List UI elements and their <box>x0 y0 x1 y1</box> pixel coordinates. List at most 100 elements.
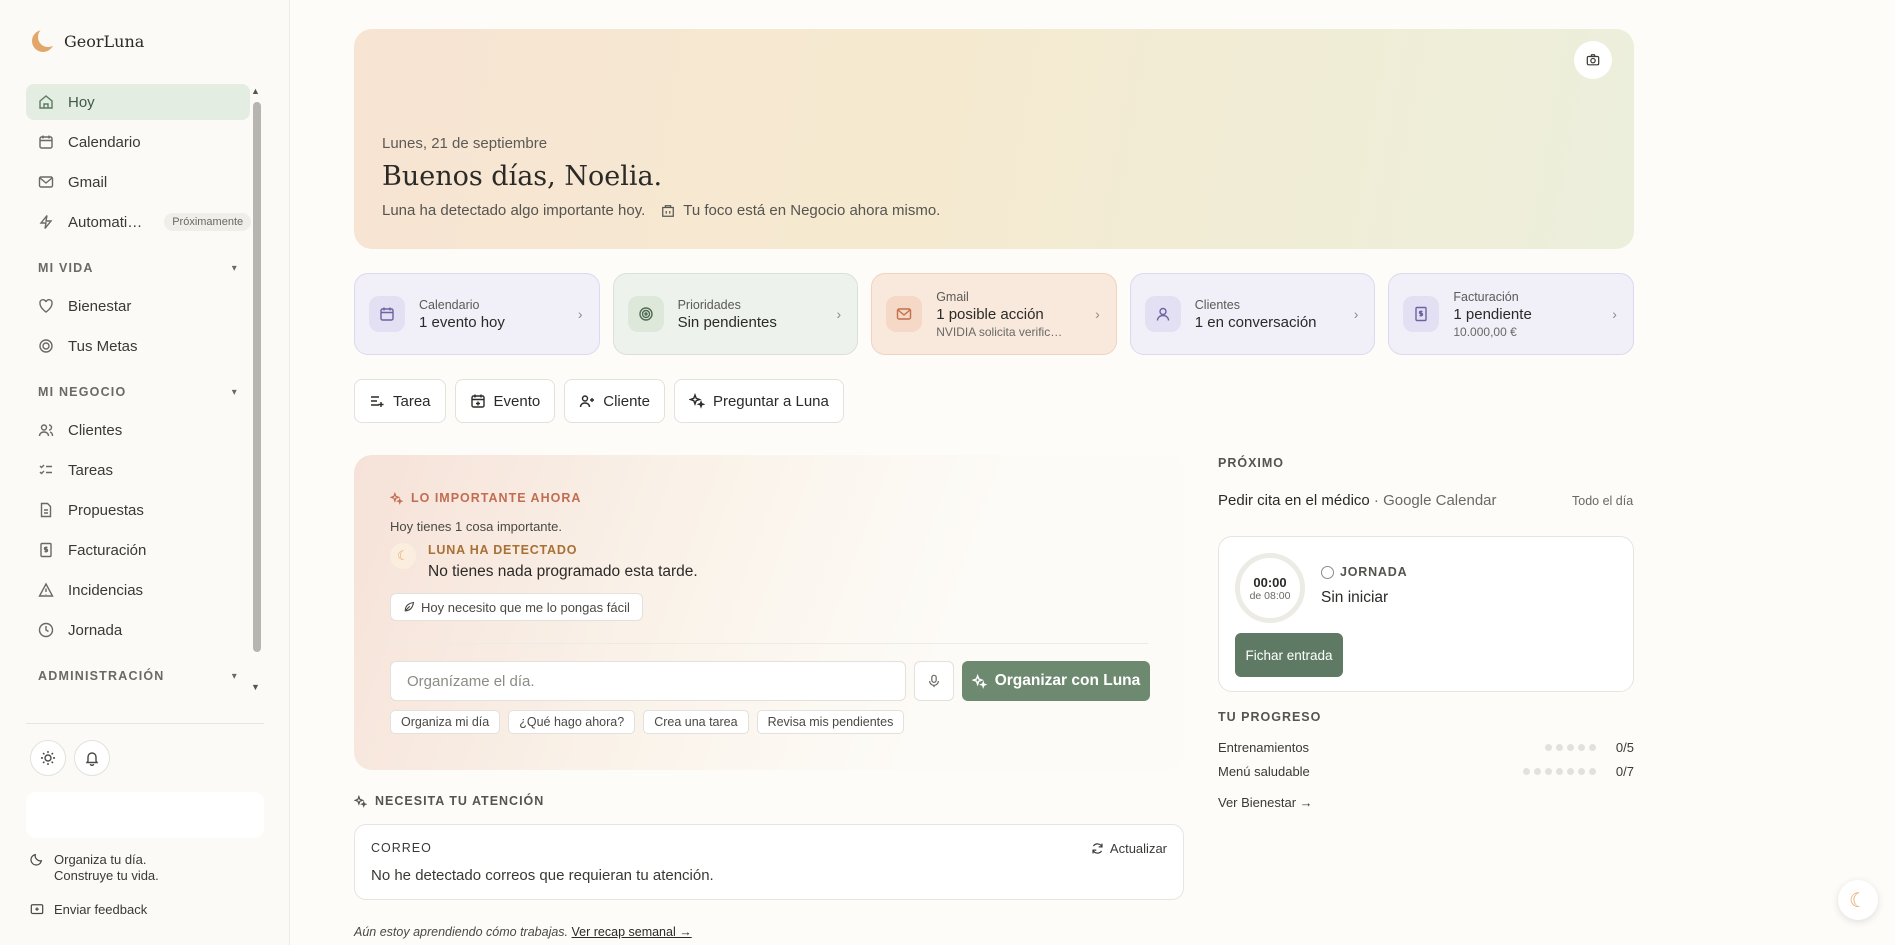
next-header: PRÓXIMO <box>1218 456 1285 470</box>
sparkles-icon <box>688 393 705 409</box>
card-prioridades[interactable]: Prioridades Sin pendientes › <box>612 273 859 355</box>
chevron-right-icon: › <box>577 306 583 322</box>
user-card[interactable] <box>26 792 264 838</box>
scroll-down-icon[interactable]: ▼ <box>251 682 260 692</box>
sidebar-item-facturacion[interactable]: Facturación <box>26 532 250 568</box>
progress-header: TU PROGRESO <box>1218 710 1322 724</box>
detected-text: Luna ha detectado algo importante hoy. <box>382 202 646 219</box>
sidebar-item-jornada[interactable]: Jornada <box>26 612 250 648</box>
card-label: Clientes <box>1194 297 1240 312</box>
microphone-button[interactable] <box>914 661 954 701</box>
button-label: Organizar con Luna <box>994 672 1141 689</box>
section-title: MI VIDA <box>38 261 94 275</box>
card-gmail[interactable]: Gmail 1 posible acción NVIDIA solicita ver… <box>871 273 1117 355</box>
calendar-icon <box>369 296 405 332</box>
add-client-button[interactable]: Cliente <box>564 379 665 423</box>
sidebar-item-tareas[interactable]: Tareas <box>26 452 250 488</box>
card-value: 1 posible acción <box>936 305 1044 323</box>
microphone-icon <box>929 674 939 688</box>
add-event-button[interactable]: Evento <box>454 379 556 423</box>
organize-input[interactable]: Organízame el día. <box>390 661 906 701</box>
sidebar-scrollbar[interactable] <box>253 102 261 652</box>
user-add-icon <box>580 395 595 408</box>
button-label: Preguntar a Luna <box>712 392 829 410</box>
see-wellbeing-link[interactable]: Ver Bienestar → <box>1218 795 1313 810</box>
mail-text: No he detectado correos que requieran tu… <box>371 867 714 884</box>
brand[interactable]: GeorLuna <box>32 27 144 52</box>
make-it-easy-button[interactable]: Hoy necesito que me lo pongas fácil <box>390 593 643 621</box>
suggestion-chip[interactable]: Organiza mi día <box>390 710 501 734</box>
card-label: Prioridades <box>677 297 741 312</box>
summary-cards: Calendario 1 evento hoy › Prioridades Sin … <box>354 273 1634 355</box>
sidebar-item-propuestas[interactable]: Propuestas <box>26 492 250 528</box>
organize-with-luna-button[interactable]: Organizar con Luna <box>962 661 1150 701</box>
chevron-right-icon: › <box>1612 306 1617 322</box>
hero-subtitle: Luna ha detectado algo importante hoy. T… <box>382 202 940 219</box>
weekly-recap-link[interactable]: Ver recap semanal → <box>572 925 692 939</box>
card-label: Gmail <box>936 289 969 304</box>
sparkles-icon <box>354 794 367 808</box>
scroll-up-icon[interactable]: ▲ <box>251 86 260 96</box>
luna-detected: ☾ LUNA HA DETECTADO No tienes nada progr… <box>390 543 698 581</box>
mail-icon <box>886 296 923 332</box>
sidebar-item-incidencias[interactable]: Incidencias <box>26 572 250 608</box>
ask-luna-button[interactable]: Preguntar a Luna <box>673 379 844 423</box>
refresh-button[interactable]: Actualizar <box>1091 841 1167 856</box>
section-administracion[interactable]: ADMINISTRACIÓN ▾ <box>26 664 250 688</box>
card-calendario[interactable]: Calendario 1 evento hoy › <box>354 273 600 355</box>
sidebar-item-calendario[interactable]: Calendario <box>26 124 250 160</box>
card-facturacion[interactable]: Facturación 1 pendiente 10.000,00 € › <box>1388 273 1634 355</box>
card-value: Sin pendientes <box>677 313 777 331</box>
progress-label: Entrenamientos <box>1218 740 1310 755</box>
suggestion-chip[interactable]: ¿Qué hago ahora? <box>508 710 636 734</box>
sidebar-item-clientes[interactable]: Clientes <box>26 412 250 448</box>
section-mi-negocio[interactable]: MI NEGOCIO ▾ <box>26 380 250 404</box>
card-value: 1 pendiente <box>1453 305 1532 323</box>
clock-in-button[interactable]: Fichar entrada <box>1235 633 1343 677</box>
invoice-icon <box>38 542 54 558</box>
progress-row: Menú saludable 0/7 <box>1218 764 1634 779</box>
calendar-icon <box>38 134 54 150</box>
hero-banner: Lunes, 21 de septiembre Buenos días, Noe… <box>354 29 1634 249</box>
section-mi-vida[interactable]: MI VIDA ▾ <box>26 256 250 280</box>
next-event[interactable]: Pedir cita en el médico · Google Calenda… <box>1218 492 1497 509</box>
important-header: LO IMPORTANTE AHORA <box>390 491 581 505</box>
footnote-text: Aún estoy aprendiendo cómo trabajas. <box>354 925 569 939</box>
sidebar-item-bienestar[interactable]: Bienestar <box>26 288 250 324</box>
suggestion-chip[interactable]: Crea una tarea <box>643 710 749 734</box>
user-icon <box>1144 296 1181 332</box>
add-task-button[interactable]: Tarea <box>354 379 446 423</box>
tagline: Organiza tu día. Construye tu vida. <box>30 852 159 884</box>
calendar-add-icon <box>470 394 485 408</box>
chevron-down-icon: ▾ <box>231 386 238 398</box>
sidebar-item-metas[interactable]: Tus Metas <box>26 328 250 364</box>
bolt-icon <box>38 214 54 230</box>
footnote: Aún estoy aprendiendo cómo trabajas. Ver… <box>354 925 692 939</box>
jornada-header: JORNADA <box>1321 565 1407 579</box>
sidebar-item-gmail[interactable]: Gmail <box>26 164 250 200</box>
hero-date: Lunes, 21 de septiembre <box>382 135 548 152</box>
section-title: LO IMPORTANTE AHORA <box>411 491 582 505</box>
button-label: Actualizar <box>1109 841 1167 856</box>
luna-assistant-button[interactable]: ☾ <box>1838 880 1878 920</box>
important-count: Hoy tienes 1 cosa importante. <box>390 519 562 534</box>
suggestion-chip[interactable]: Revisa mis pendientes <box>756 710 905 734</box>
card-value: 1 en conversación <box>1194 313 1317 331</box>
refresh-icon <box>1092 843 1103 854</box>
sidebar-item-automatizaciones[interactable]: Automati… Próximamente <box>26 204 252 240</box>
progress-dots <box>1544 744 1596 751</box>
sidebar-item-label: Automati… <box>68 213 143 231</box>
theme-toggle-button[interactable] <box>30 740 66 776</box>
card-clientes[interactable]: Clientes 1 en conversación › <box>1129 273 1376 355</box>
sidebar-item-hoy[interactable]: Hoy <box>26 84 250 120</box>
chevron-down-icon: ▾ <box>231 262 238 274</box>
detected-text: No tienes nada programado esta tarde. <box>428 563 698 580</box>
feedback-link[interactable]: Enviar feedback <box>30 902 147 917</box>
greeting-title: Buenos días, Noelia. <box>382 161 663 192</box>
moon-icon: ☾ <box>1849 889 1867 912</box>
change-cover-button[interactable] <box>1574 41 1612 79</box>
button-label: Hoy necesito que me lo pongas fácil <box>421 599 630 615</box>
jornada-status: Sin iniciar <box>1321 589 1389 606</box>
notifications-button[interactable] <box>74 740 110 776</box>
event-time: Todo el día <box>1572 494 1634 508</box>
